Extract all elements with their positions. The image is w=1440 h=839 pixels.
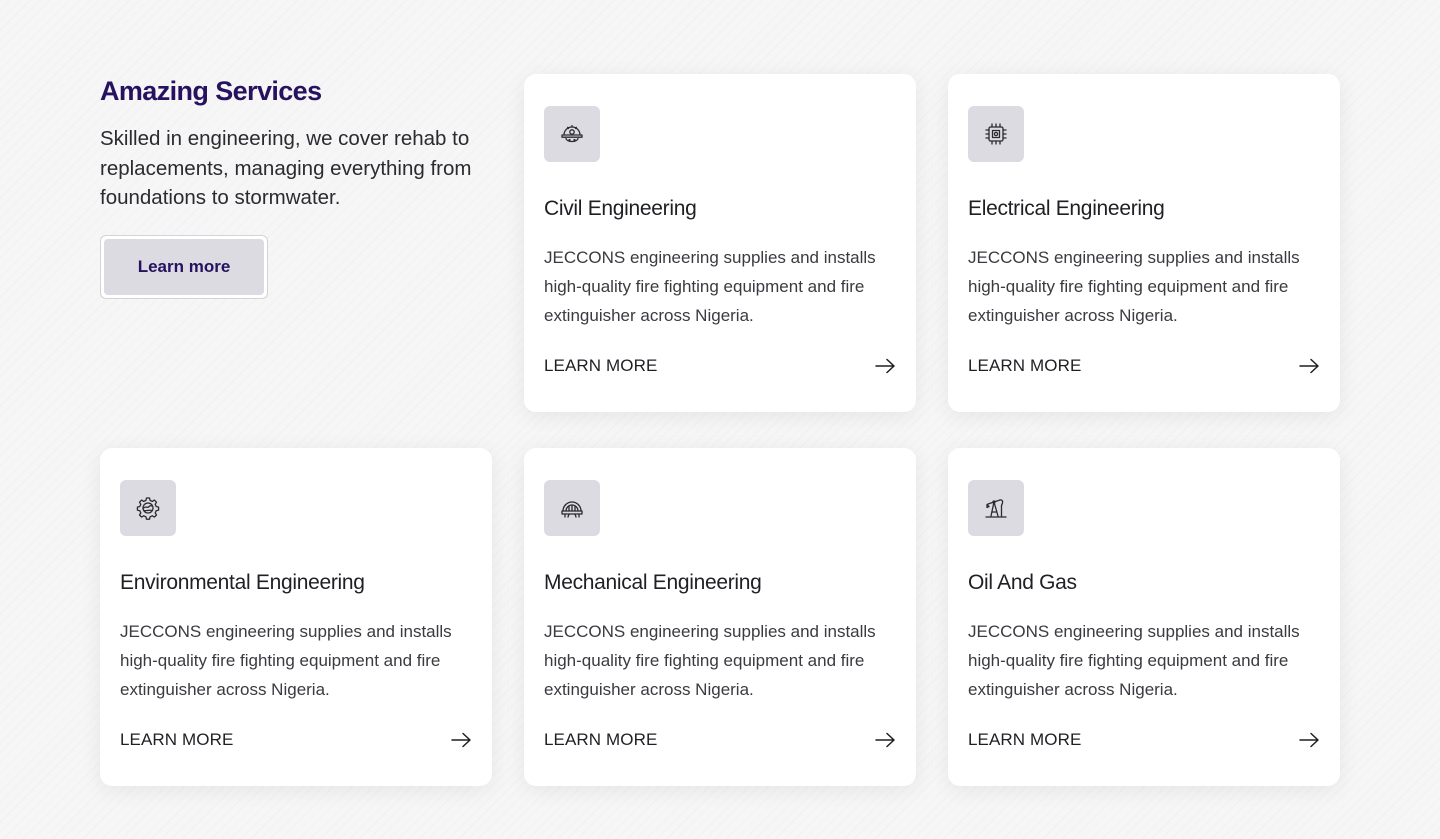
learn-more-label: LEARN MORE <box>544 730 658 749</box>
service-title: Civil Engineering <box>544 197 697 220</box>
learn-more-link[interactable]: LEARN MORE <box>544 356 896 376</box>
service-description: JECCONS engineering supplies and install… <box>544 248 876 325</box>
arrow-right-icon <box>874 732 896 748</box>
service-title: Oil And Gas <box>968 571 1077 594</box>
learn-more-label: LEARN MORE <box>968 730 1082 749</box>
service-description: JECCONS engineering supplies and install… <box>968 622 1300 699</box>
eco-gear-icon <box>120 480 176 536</box>
services-intro: Amazing Services Skilled in engineering,… <box>100 74 500 299</box>
turbine-machine-icon <box>544 480 600 536</box>
section-description: Skilled in engineering, we cover rehab t… <box>100 127 472 209</box>
hard-hat-gear-icon <box>544 106 600 162</box>
service-description: JECCONS engineering supplies and install… <box>544 622 876 699</box>
service-title: Electrical Engineering <box>968 197 1165 220</box>
service-card-environmental-engineering: Environmental Engineering JECCONS engine… <box>100 448 492 786</box>
service-card-oil-and-gas: Oil And Gas JECCONS engineering supplies… <box>948 448 1340 786</box>
service-title: Mechanical Engineering <box>544 571 762 594</box>
arrow-right-icon <box>1298 358 1320 374</box>
learn-more-link[interactable]: LEARN MORE <box>544 730 896 750</box>
learn-more-label: LEARN MORE <box>544 356 658 375</box>
service-description: JECCONS engineering supplies and install… <box>120 622 452 699</box>
learn-more-link[interactable]: LEARN MORE <box>968 730 1320 750</box>
learn-more-link[interactable]: LEARN MORE <box>120 730 472 750</box>
service-description: JECCONS engineering supplies and install… <box>968 248 1300 325</box>
arrow-right-icon <box>1298 732 1320 748</box>
learn-more-button-frame: Learn more <box>100 234 268 299</box>
service-card-electrical-engineering: Electrical Engineering JECCONS engineeri… <box>948 74 1340 412</box>
section-title: Amazing Services <box>100 76 322 106</box>
oil-pump-jack-icon <box>968 480 1024 536</box>
service-title: Environmental Engineering <box>120 571 365 594</box>
learn-more-label: LEARN MORE <box>968 356 1082 375</box>
arrow-right-icon <box>450 732 472 748</box>
learn-more-label: LEARN MORE <box>120 730 234 749</box>
circuit-chip-icon <box>968 106 1024 162</box>
service-card-mechanical-engineering: Mechanical Engineering JECCONS engineeri… <box>524 448 916 786</box>
learn-more-button[interactable]: Learn more <box>104 238 264 295</box>
service-card-civil-engineering: Civil Engineering JECCONS engineering su… <box>524 74 916 412</box>
learn-more-link[interactable]: LEARN MORE <box>968 356 1320 376</box>
arrow-right-icon <box>874 358 896 374</box>
